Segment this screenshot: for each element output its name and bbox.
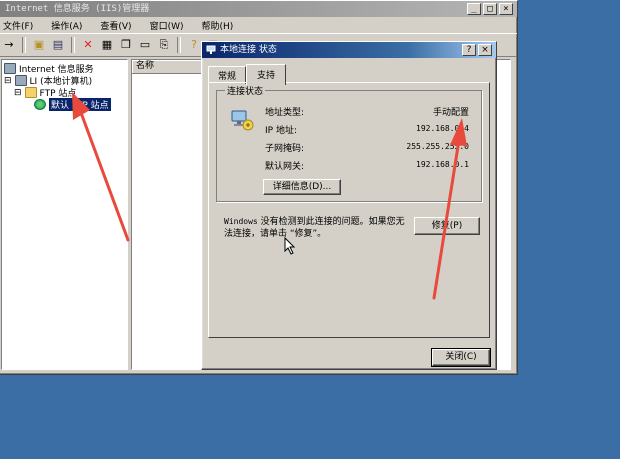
delete-icon[interactable]: ✕: [80, 37, 96, 53]
field-gateway-label: 默认网关:: [265, 162, 305, 172]
connection-status-group: 连接状态 地址类型: 手动配置 IP 地址: 192.168.0.4 子网掩码:…: [216, 84, 482, 202]
computer-icon: [14, 75, 27, 86]
connection-status-dialog: 本地连接 状态 ? × 常规 支持 连接状态 地址类型: 手动配置 IP 地址:…: [201, 41, 497, 370]
forward-icon[interactable]: →: [1, 37, 17, 53]
tree-label-selected: 默认 FTP 站点: [49, 98, 111, 111]
menu-action[interactable]: 操作(A): [51, 19, 82, 32]
paste-icon[interactable]: ▭: [137, 37, 153, 53]
field-address-type-value: 手动配置: [432, 108, 469, 118]
details-button[interactable]: 详细信息(D)...: [263, 179, 341, 195]
tree-item-ftp-site[interactable]: 默认 FTP 站点: [34, 98, 111, 111]
minimize-icon[interactable]: _: [467, 3, 481, 15]
iis-window-title: Internet 信息服务 (IIS)管理器: [5, 4, 150, 14]
toolbar-separator: [22, 37, 26, 53]
iis-icon: [4, 63, 16, 74]
network-connection-icon: [206, 45, 216, 54]
menu-window[interactable]: 窗口(W): [150, 19, 184, 32]
field-gateway-value: 192.168.0.1: [416, 160, 469, 169]
iis-title-bar[interactable]: Internet 信息服务 (IIS)管理器 _ □ ×: [0, 1, 517, 17]
folder-icon: [24, 87, 37, 98]
menu-view[interactable]: 查看(V): [100, 19, 131, 32]
expand-minus-icon[interactable]: ⊟: [14, 88, 22, 98]
tree-view: Internet 信息服务 ⊟ LI (本地计算机) ⊟ FTP 站点 默认 F…: [1, 59, 128, 370]
message-prefix: Windows: [224, 217, 258, 226]
dialog-title: 本地连接 状态: [220, 45, 277, 55]
export-icon[interactable]: ⎘: [156, 37, 172, 53]
field-subnet-label: 子网掩码:: [265, 144, 305, 154]
field-subnet-value: 255.255.255.0: [406, 142, 469, 151]
close-icon[interactable]: ×: [499, 3, 513, 15]
properties-icon[interactable]: ▦: [99, 37, 115, 53]
ftp-site-icon: [34, 99, 46, 110]
mouse-cursor-icon: [284, 237, 296, 255]
repair-button[interactable]: 修复(P): [414, 217, 480, 235]
field-ip-label: IP 地址:: [265, 126, 297, 136]
field-address-type-label: 地址类型:: [265, 108, 305, 118]
show-tree-icon[interactable]: ▤: [50, 37, 66, 53]
column-header-name[interactable]: 名称: [132, 60, 207, 74]
dialog-title-bar[interactable]: 本地连接 状态 ? ×: [202, 42, 496, 58]
expand-minus-icon[interactable]: ⊟: [4, 76, 12, 86]
menu-file[interactable]: 文件(F): [3, 19, 33, 32]
menu-bar: 文件(F) 操作(A) 查看(V) 窗口(W) 帮助(H): [0, 17, 517, 33]
close-icon[interactable]: ×: [478, 44, 492, 56]
help-icon[interactable]: ?: [186, 37, 202, 53]
menu-help[interactable]: 帮助(H): [202, 19, 234, 32]
help-question-icon[interactable]: ?: [462, 44, 476, 56]
network-computers-icon: [231, 110, 254, 131]
group-title: 连接状态: [225, 84, 266, 97]
maximize-icon[interactable]: □: [483, 3, 497, 15]
copy-icon[interactable]: ❐: [118, 37, 134, 53]
tab-support[interactable]: 支持: [246, 64, 287, 85]
close-button[interactable]: 关闭(C): [431, 348, 491, 367]
field-ip-value: 192.168.0.4: [416, 124, 469, 133]
up-folder-icon[interactable]: ▣: [31, 37, 47, 53]
toolbar-separator: [71, 37, 75, 53]
diagnostic-message: Windows 没有检测到此连接的问题。如果您无法连接，请单击 “修复”。: [224, 216, 406, 240]
toolbar-separator: [177, 37, 181, 53]
